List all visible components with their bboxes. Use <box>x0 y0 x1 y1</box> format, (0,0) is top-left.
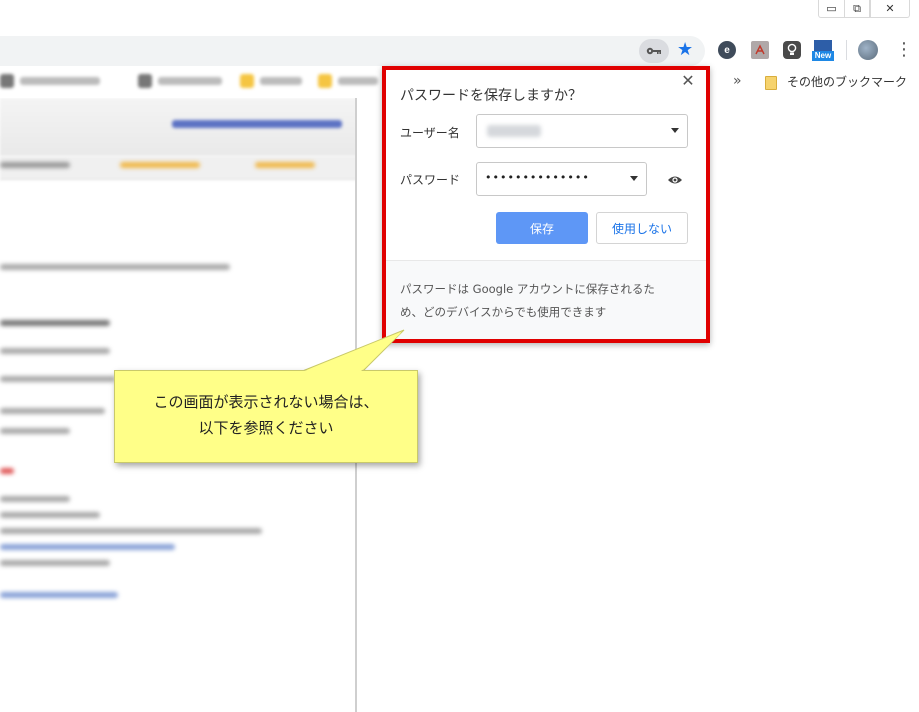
callout-pointer-join <box>302 333 401 372</box>
callout-line-1: この画面が表示されない場合は、 <box>153 393 379 411</box>
callout-text: この画面が表示されない場合は、 以下を参照ください <box>114 389 418 441</box>
callout-line-2: 以下を参照ください <box>198 419 334 437</box>
